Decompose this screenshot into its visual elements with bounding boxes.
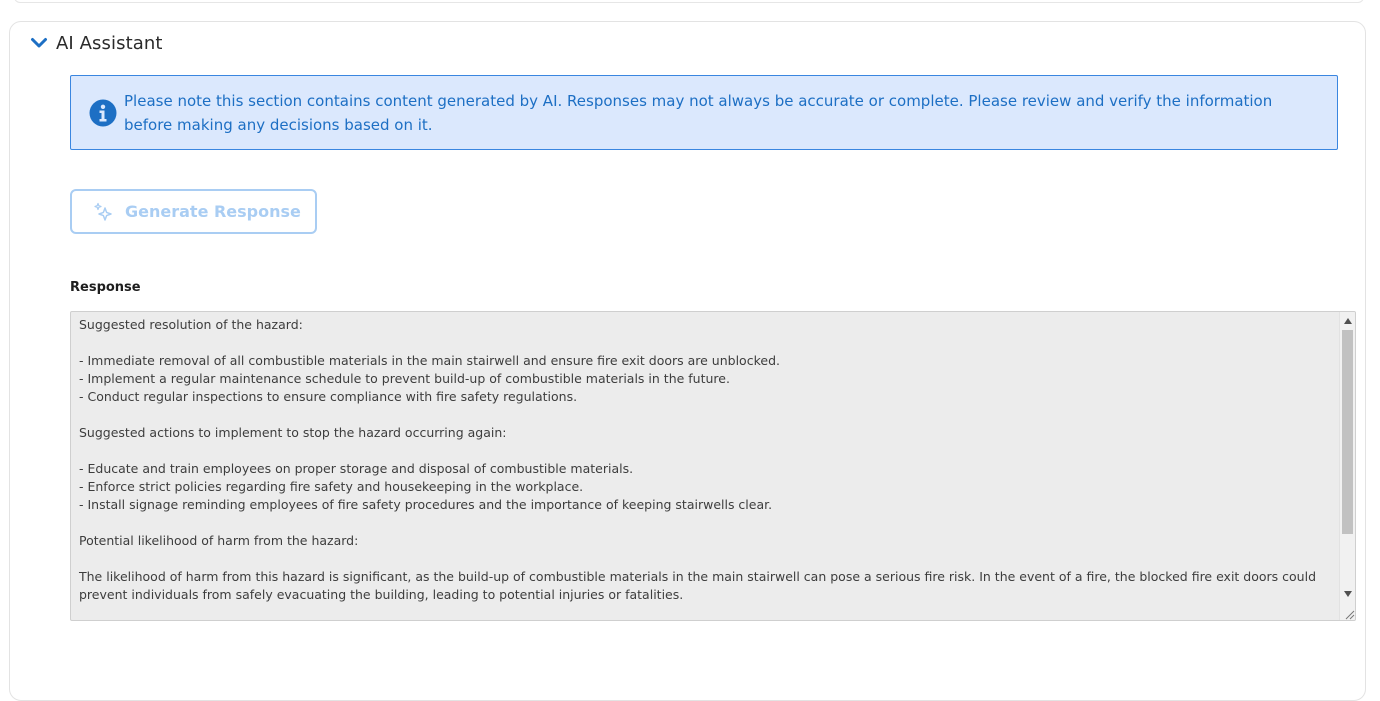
previous-section-edge [14, 0, 1364, 3]
scroll-up-arrow-icon[interactable] [1340, 313, 1355, 329]
response-textarea[interactable]: Suggested resolution of the hazard: - Imm… [70, 311, 1356, 621]
response-line [79, 442, 1333, 460]
scroll-down-arrow-icon[interactable] [1340, 586, 1355, 602]
info-icon [89, 99, 117, 126]
generate-response-label: Generate Response [125, 202, 301, 221]
response-text: Suggested resolution of the hazard: - Imm… [79, 316, 1333, 604]
response-line: Suggested actions to implement to stop t… [79, 425, 507, 440]
section-title: AI Assistant [56, 32, 163, 54]
resize-grip-icon[interactable] [1339, 604, 1355, 620]
response-line [79, 334, 1333, 352]
response-line [79, 514, 1333, 532]
response-line: - Implement a regular maintenance schedu… [79, 371, 730, 386]
response-scrollbar[interactable] [1339, 312, 1355, 620]
chevron-down-icon[interactable] [30, 34, 48, 52]
scroll-thumb[interactable] [1342, 330, 1353, 534]
response-line: - Enforce strict policies regarding fire… [79, 479, 584, 494]
generate-response-button[interactable]: Generate Response [70, 189, 317, 234]
response-line [79, 406, 1333, 424]
response-line: The likelihood of harm from this hazard … [79, 569, 1320, 602]
response-label: Response [70, 280, 141, 295]
response-line: - Install signage reminding employees of… [79, 497, 773, 512]
ai-disclaimer-notice: Please note this section contains conten… [70, 75, 1338, 150]
response-line: - Immediate removal of all combustible m… [79, 353, 780, 368]
response-line: - Conduct regular inspections to ensure … [79, 389, 578, 404]
notice-text: Please note this section contains conten… [124, 91, 1273, 134]
section-header[interactable]: AI Assistant [24, 30, 173, 56]
response-line: Potential likelihood of harm from the ha… [79, 533, 359, 548]
response-line: - Educate and train employees on proper … [79, 461, 634, 476]
response-line [79, 550, 1333, 568]
sparkle-icon [94, 202, 112, 221]
response-line: Suggested resolution of the hazard: [79, 317, 303, 332]
